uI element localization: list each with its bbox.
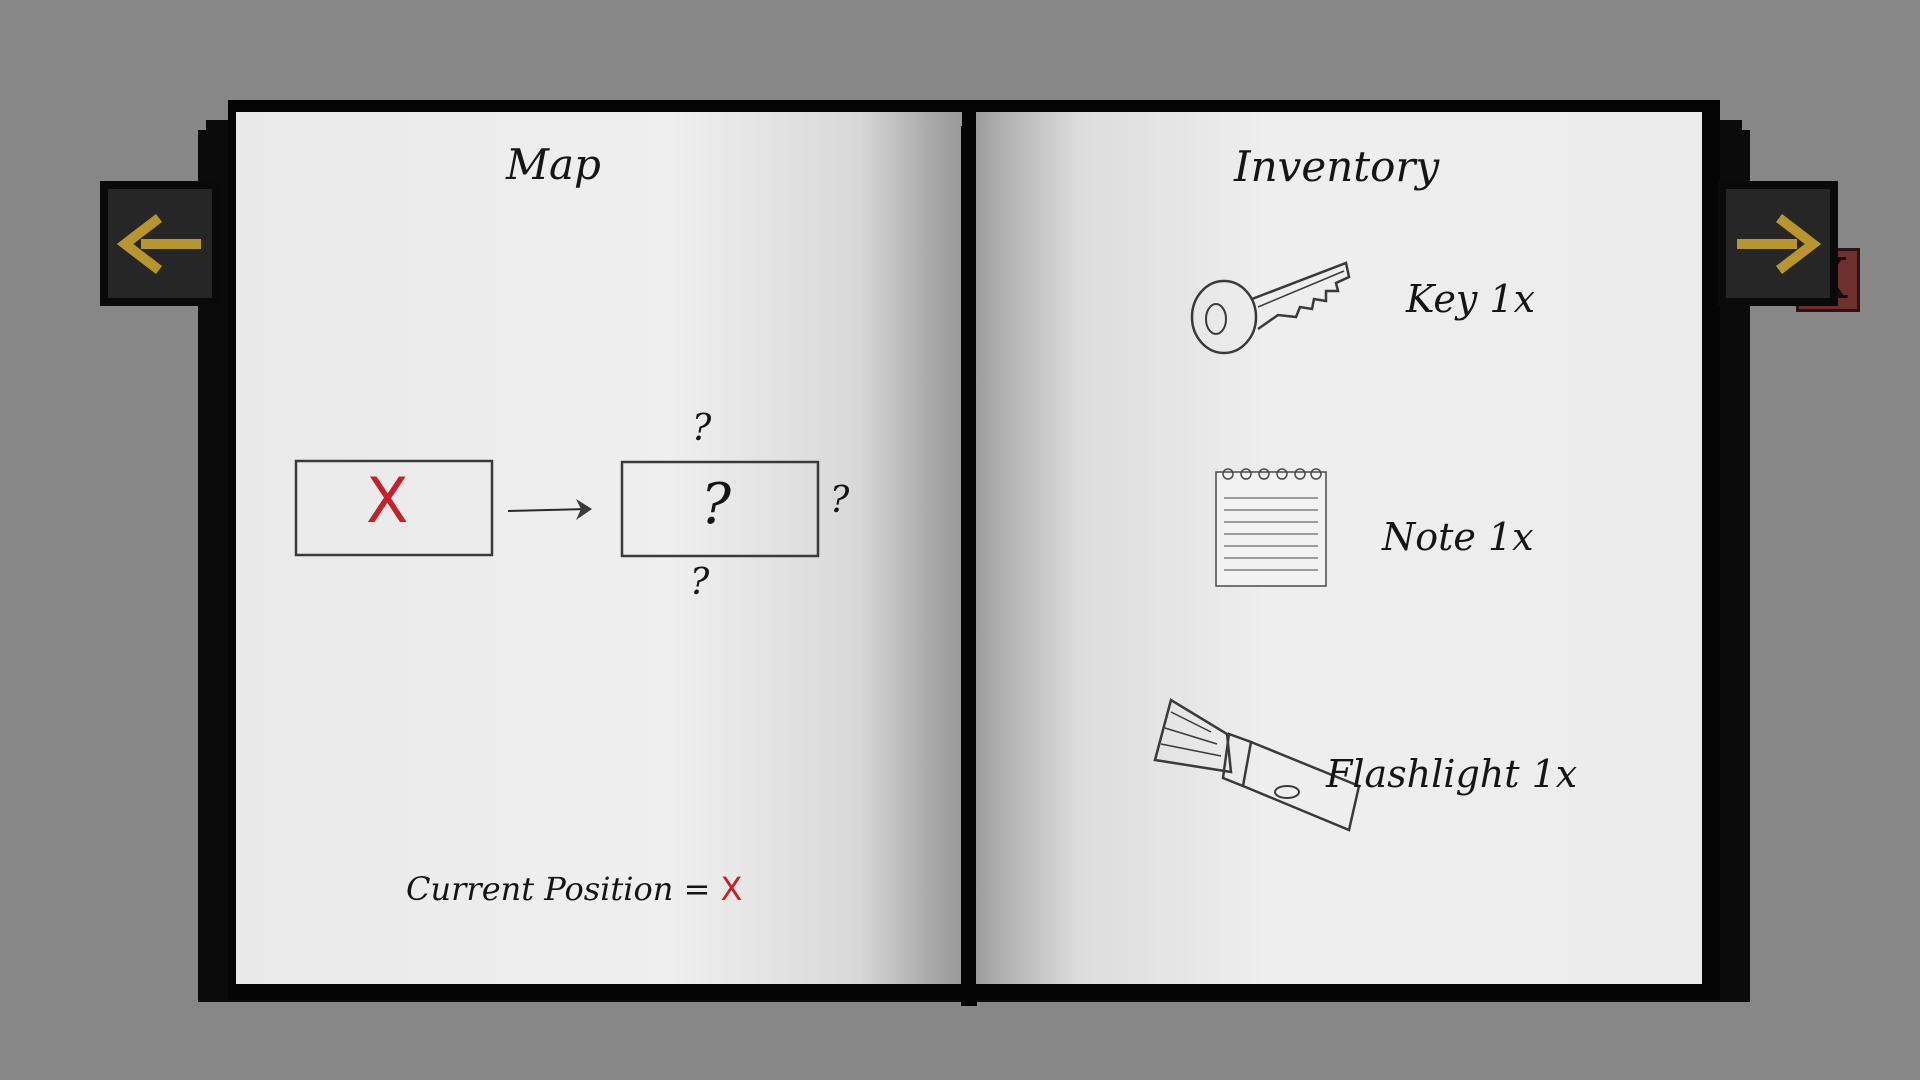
arrow-left-icon — [117, 213, 201, 274]
arrow-right-icon — [1737, 213, 1821, 274]
note-icon — [1215, 468, 1327, 587]
legend-mark: X — [720, 870, 743, 908]
map-page: Map X ? ? ? ? Current Position = X — [236, 112, 962, 984]
legend-label: Current Position = — [406, 870, 711, 908]
inventory-title: Inventory — [1234, 142, 1440, 191]
book-spine — [961, 126, 977, 1006]
key-icon — [1190, 261, 1351, 355]
unknown-exit-south: ? — [690, 562, 710, 603]
journal-book: Map X ? ? ? ? Current Position = X Inven… — [198, 100, 1860, 1006]
position-legend: Current Position = X — [406, 870, 742, 908]
unknown-room-mark: ? — [701, 472, 732, 537]
inventory-page: Inventory Key 1x Note 1x Flashlight 1x — [976, 112, 1702, 984]
map-drawing — [294, 459, 820, 558]
current-room-mark: X — [366, 464, 409, 537]
note-label: Note 1x — [1382, 515, 1534, 559]
prev-page-button[interactable] — [100, 181, 220, 306]
flashlight-label: Flashlight 1x — [1326, 752, 1578, 796]
map-arrow-line — [507, 508, 589, 512]
unknown-exit-east: ? — [830, 480, 850, 521]
key-label: Key 1x — [1406, 277, 1536, 321]
next-page-button[interactable] — [1718, 181, 1838, 306]
unknown-exit-north: ? — [692, 408, 712, 449]
